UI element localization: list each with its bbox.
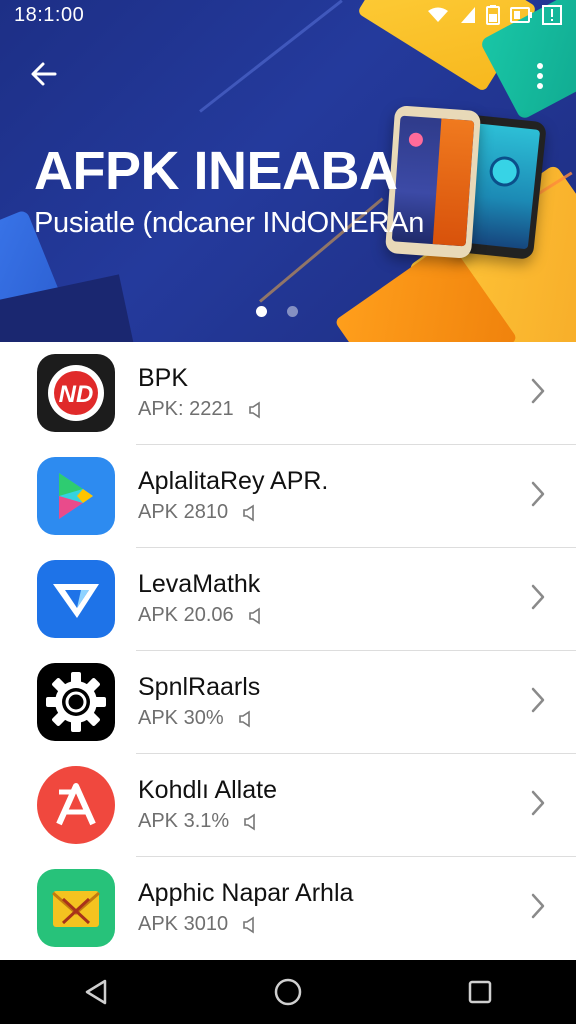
more-vert-icon	[537, 63, 543, 89]
app-name: LevaMathk	[138, 570, 261, 598]
signal-icon	[461, 7, 475, 23]
sound-icon	[244, 813, 255, 830]
app-version: APK 3.1%	[138, 810, 230, 832]
list-item[interactable]: AplalitaRey APR. APK 2810	[0, 445, 576, 548]
battery-saver-icon	[510, 7, 532, 23]
app-name: Apphic Napar Arhla	[138, 879, 354, 907]
sound-icon	[243, 504, 254, 521]
app-list: ND BPK APK: 2221 AplalitaRey APR. APK 28…	[0, 342, 576, 960]
app-version: APK 2810	[138, 501, 229, 523]
carousel-indicator[interactable]	[256, 306, 298, 317]
hero-subtitle: Pusiatle (ndcaner INdONERAn	[34, 207, 425, 239]
app-name: Kohdlı Allate	[138, 776, 277, 804]
wifi-icon	[428, 7, 448, 22]
app-version: APK 30%	[138, 707, 224, 729]
list-item[interactable]: LevaMathk APK 20.06	[0, 548, 576, 651]
paper-plane-icon	[37, 560, 115, 638]
arrow-left-icon	[31, 62, 57, 86]
app-version: APK: 2221	[138, 398, 234, 420]
screen: 18:1:00 AFPK INEABA Pusiatle (ndcaner IN…	[0, 0, 576, 1024]
app-meta: APK 2810	[138, 501, 256, 524]
sound-icon	[248, 401, 260, 418]
status-icons	[426, 5, 562, 25]
list-item[interactable]: SpnlRaarls APK 30%	[0, 651, 576, 754]
back-triangle-icon	[85, 979, 107, 1005]
app-meta: APK 20.06	[138, 604, 262, 627]
app-meta: APK 30%	[138, 707, 252, 730]
app-meta: APK: 2221	[138, 398, 262, 421]
list-item[interactable]: ND BPK APK: 2221	[0, 342, 576, 445]
status-bar: 18:1:00	[0, 0, 576, 30]
app-name: AplalitaRey APR.	[138, 467, 329, 495]
nav-recents-button[interactable]	[452, 964, 508, 1020]
app-meta: APK 3.1%	[138, 810, 257, 833]
chevron-right-icon	[526, 684, 550, 716]
app-meta: APK 3010	[138, 913, 256, 936]
back-button[interactable]	[22, 52, 66, 96]
app-name: BPK	[138, 364, 189, 392]
app-version: APK 3010	[138, 913, 229, 935]
sound-icon	[243, 916, 254, 933]
chevron-right-icon	[526, 890, 550, 922]
list-item[interactable]: Apphic Napar Arhla APK 3010	[0, 857, 576, 960]
sound-icon	[248, 607, 260, 624]
envelope-icon	[37, 869, 115, 947]
sound-icon	[238, 710, 250, 727]
hero-banner[interactable]: 18:1:00 AFPK INEABA Pusiatle (ndcaner IN…	[0, 0, 576, 342]
nav-back-button[interactable]	[68, 964, 124, 1020]
carousel-dot[interactable]	[287, 306, 298, 317]
alert-icon	[542, 5, 562, 25]
svg-text:ND: ND	[59, 381, 94, 408]
system-nav-bar	[0, 960, 576, 1024]
nav-home-button[interactable]	[260, 964, 316, 1020]
app-version: APK 20.06	[138, 604, 234, 626]
gear-icon	[37, 663, 115, 741]
play-store-icon	[37, 457, 115, 535]
chevron-right-icon	[526, 478, 550, 510]
more-options-button[interactable]	[520, 54, 560, 98]
recents-square-icon	[468, 980, 492, 1004]
chevron-right-icon	[526, 787, 550, 819]
letter-a-icon	[37, 766, 115, 844]
nd-logo-icon: ND	[37, 354, 115, 432]
chevron-right-icon	[526, 581, 550, 613]
hero-title: AFPK INEABA	[34, 141, 398, 201]
list-item[interactable]: Kohdlı Allate APK 3.1%	[0, 754, 576, 857]
app-name: SpnlRaarls	[138, 673, 261, 701]
carousel-dot-active[interactable]	[256, 306, 267, 317]
battery-icon	[486, 5, 500, 25]
home-circle-icon	[274, 978, 302, 1006]
chevron-right-icon	[526, 375, 550, 407]
status-time: 18:1:00	[14, 3, 85, 26]
